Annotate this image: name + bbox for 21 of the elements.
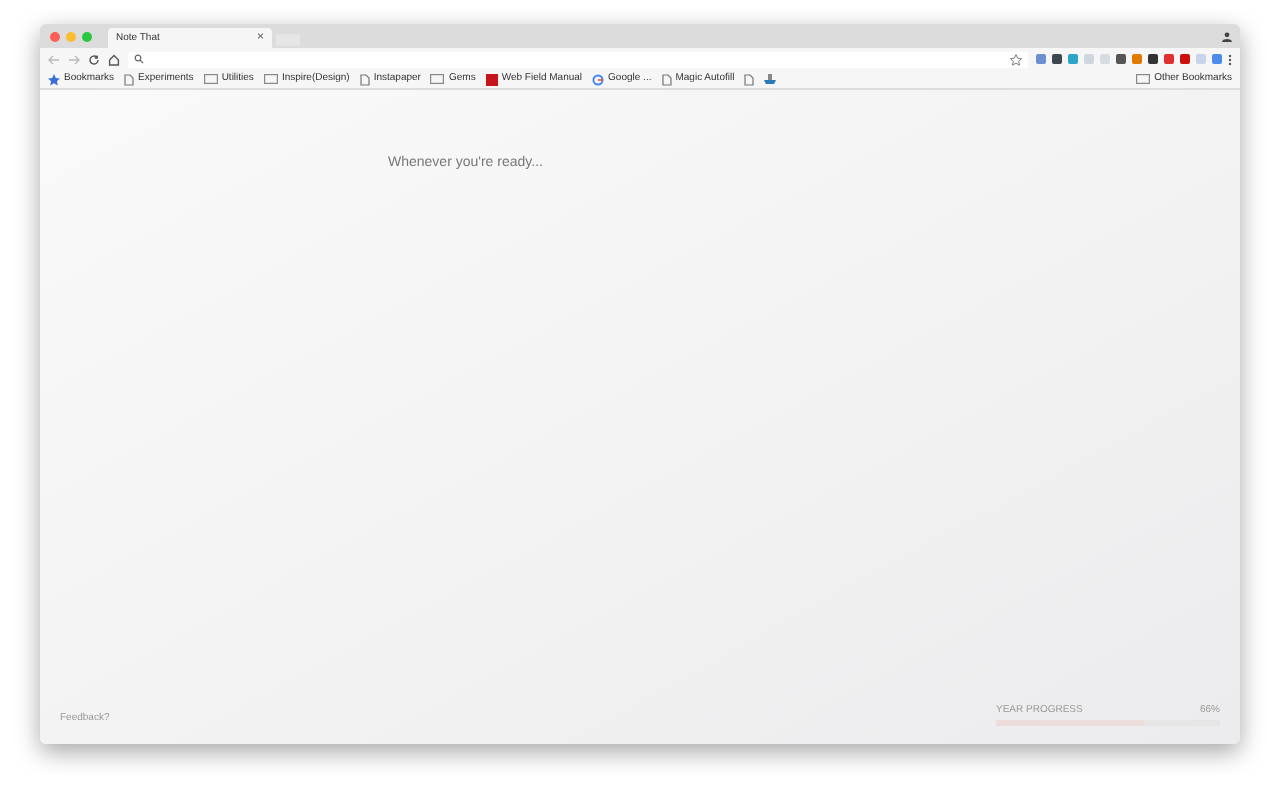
folder-icon	[203, 74, 218, 84]
square-icon	[485, 73, 498, 85]
folder-icon	[263, 74, 278, 84]
page-icon	[661, 73, 672, 85]
boat-icon[interactable]	[764, 74, 777, 84]
minimize-window-button[interactable]	[66, 31, 76, 41]
back-icon[interactable]	[48, 53, 60, 65]
person-icon[interactable]	[1222, 32, 1232, 42]
search-icon	[134, 54, 144, 64]
page-icon	[124, 73, 135, 85]
forward-icon[interactable]	[68, 53, 80, 65]
zoom-window-button[interactable]	[82, 31, 92, 41]
star-icon[interactable]	[1010, 53, 1022, 65]
page-icon	[744, 73, 755, 85]
home-icon[interactable]	[108, 53, 120, 65]
reload-icon[interactable]	[88, 53, 100, 65]
close-window-button[interactable]	[50, 31, 60, 41]
page-icon	[359, 73, 370, 85]
star-icon	[48, 73, 60, 85]
folder-icon	[430, 74, 445, 84]
folder-icon	[1136, 74, 1151, 84]
